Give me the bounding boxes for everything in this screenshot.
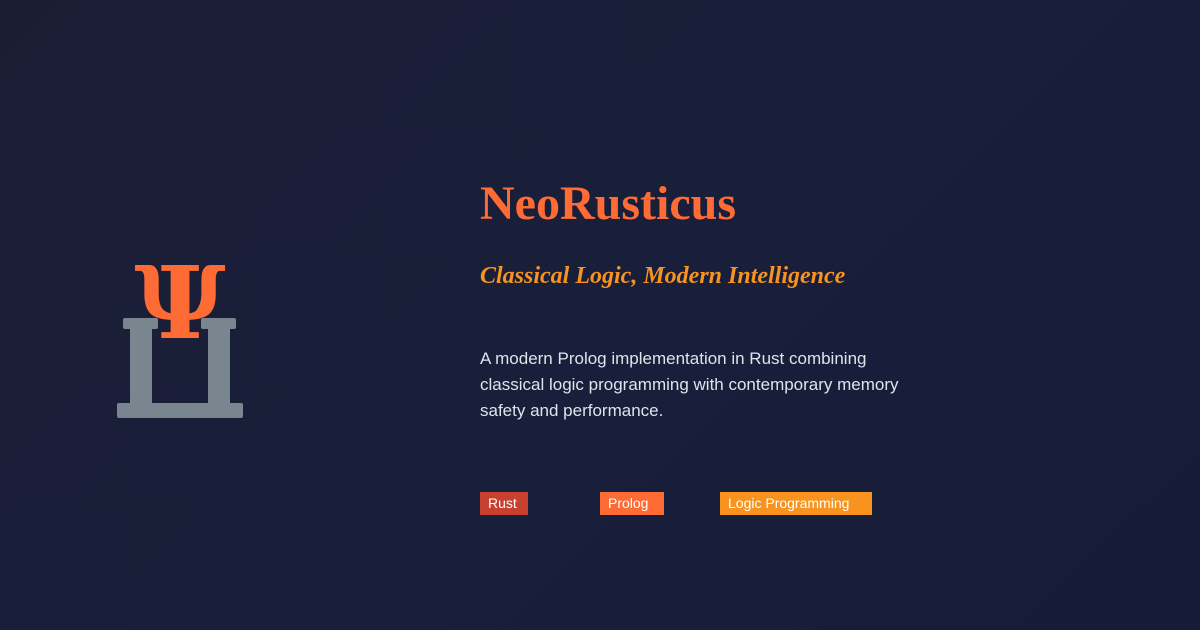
psi-pillars-logo: Ψ [110, 244, 250, 425]
page-subtitle: Classical Logic, Modern Intelligence [480, 263, 846, 289]
tag-prolog: Prolog [600, 492, 664, 515]
psi-symbol: Ψ [134, 250, 225, 362]
tag-rust: Rust [480, 492, 528, 515]
page-title: NeoRusticus [480, 177, 737, 230]
psi-pillars-icon: Ψ [117, 244, 243, 418]
tag-logic-programming: Logic Programming [720, 492, 872, 515]
project-description: A modern Prolog implementation in Rust c… [480, 349, 899, 420]
pillar-base [117, 403, 243, 418]
